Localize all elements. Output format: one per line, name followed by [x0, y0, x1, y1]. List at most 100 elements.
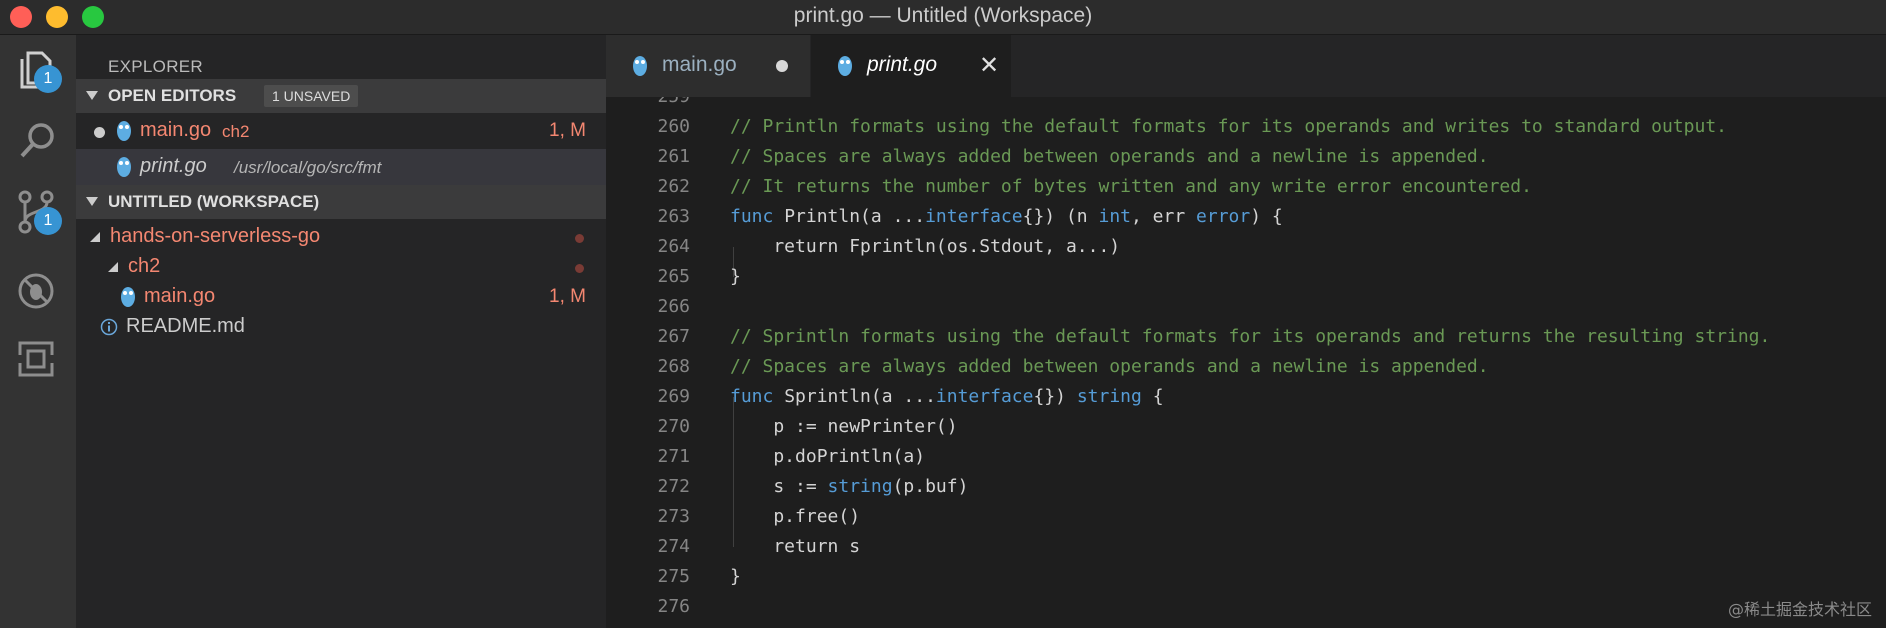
line-number: 263 [657, 206, 690, 227]
code-line: 260 // Println formats using the default … [606, 113, 1886, 143]
code-line: 275} [606, 563, 1886, 593]
go-file-icon [838, 56, 852, 76]
open-editor-name: print.go [140, 155, 207, 177]
code-text: p.free() [730, 506, 861, 527]
line-number: 265 [657, 266, 690, 287]
activity-debug[interactable] [0, 257, 76, 327]
code-line: 269 func Sprintln(a ...interface{}) strin… [606, 383, 1886, 413]
explorer-badge: 1 [34, 65, 62, 93]
explorer-sidebar: EXPLORER OPEN EDITORS 1 UNSAVED main.go … [76, 35, 606, 628]
activity-search[interactable] [0, 105, 76, 175]
unsaved-dot-icon[interactable] [776, 60, 788, 72]
code-line: 267 // Sprintln formats using the default… [606, 323, 1886, 353]
activity-bar: 1 1 [0, 35, 76, 628]
file-status: 1, M [549, 120, 586, 141]
tree-item-label: hands-on-serverless-go [110, 225, 321, 247]
search-icon [20, 123, 54, 158]
line-number: 273 [657, 506, 690, 527]
code-text: return s [730, 536, 861, 557]
code-text: // Println formats using the default for… [730, 116, 1727, 137]
tab-label: print.go [867, 53, 938, 76]
go-file-icon [117, 121, 131, 141]
code-text: func Sprintln(a ...interface{}) string { [730, 386, 1164, 407]
line-number: 271 [657, 446, 690, 467]
open-editors-title: OPEN EDITORS [108, 86, 237, 105]
code-text: p.doPrintln(a) [730, 446, 926, 467]
code-text: return Fprintln(os.Stdout, a...) [730, 236, 1121, 257]
open-editor-desc: ch2 [222, 122, 250, 141]
tree-item-label: README.md [126, 315, 245, 337]
chevron-down-icon [90, 232, 100, 242]
code-line: 268 // Spaces are always added between op… [606, 353, 1886, 383]
line-number: 276 [657, 596, 690, 617]
dirty-indicator-icon [94, 127, 105, 138]
code-line: 270 p := newPrinter() [606, 413, 1886, 443]
line-number: 270 [657, 416, 690, 437]
modified-dot-icon [575, 264, 584, 273]
tab-print-go[interactable]: print.go ✕ [811, 35, 1012, 97]
line-number: 274 [657, 536, 690, 557]
open-editor-item-print-go[interactable]: print.go /usr/local/go/src/fmt [76, 149, 606, 185]
chevron-down-icon [86, 197, 98, 206]
explorer-title: EXPLORER [108, 57, 203, 76]
activity-explorer[interactable]: 1 [0, 35, 76, 105]
workspace-title: UNTITLED (WORKSPACE) [108, 192, 320, 211]
code-line: 266 [606, 293, 1886, 323]
tree-item-label: main.go [144, 285, 216, 307]
line-number: 266 [657, 296, 690, 317]
open-editor-desc: /usr/local/go/src/fmt [234, 158, 382, 177]
code-line: 263 func Println(a ...interface{}) (n int… [606, 203, 1886, 233]
modified-dot-icon [575, 234, 584, 243]
tree-item-label: ch2 [128, 255, 161, 277]
line-number: 261 [657, 146, 690, 167]
line-number: 275 [657, 566, 690, 587]
workspace-header[interactable]: UNTITLED (WORKSPACE) [76, 185, 606, 219]
tree-item-file[interactable]: README.md [76, 309, 606, 345]
code-line: 261 // Spaces are always added between op… [606, 143, 1886, 173]
title-bar: print.go — Untitled (Workspace) [0, 0, 1886, 35]
code-line: 264 return Fprintln(os.Stdout, a...) [606, 233, 1886, 263]
open-editor-name: main.go [140, 119, 212, 141]
code-editor[interactable]: 259 260 // Println formats using the defau… [606, 97, 1886, 628]
line-number: 267 [657, 326, 690, 347]
chevron-down-icon [108, 262, 118, 272]
go-file-icon [117, 157, 131, 177]
info-icon [100, 318, 118, 336]
code-line: 273 p.free() [606, 503, 1886, 533]
go-file-icon [633, 56, 647, 76]
code-line: 276 [606, 593, 1886, 623]
activity-source-control[interactable]: 1 [0, 175, 76, 245]
open-editor-item-main-go[interactable]: main.go ch2 1, M [76, 113, 606, 149]
code-text: // Spaces are always added between opera… [730, 356, 1489, 377]
code-line: 271 p.doPrintln(a) [606, 443, 1886, 473]
chevron-down-icon [86, 91, 98, 100]
close-icon[interactable]: ✕ [979, 51, 999, 80]
open-editors-header[interactable]: OPEN EDITORS 1 UNSAVED [76, 79, 606, 113]
code-text: // It returns the number of bytes writte… [730, 176, 1532, 197]
activity-extensions[interactable] [0, 325, 76, 395]
line-number: 259 [606, 97, 690, 107]
line-number: 269 [657, 386, 690, 407]
line-number: 264 [657, 236, 690, 257]
debug-icon [18, 273, 54, 309]
extensions-icon [17, 341, 55, 377]
code-line: 265} [606, 263, 1886, 293]
go-file-icon [121, 287, 135, 307]
code-text: s := string(p.buf) [730, 476, 969, 497]
editor-tab-bar: main.go print.go ✕ [606, 35, 1886, 97]
code-text: // Spaces are always added between opera… [730, 146, 1489, 167]
line-number: 260 [657, 116, 690, 137]
code-text: func Println(a ...interface{}) (n int, e… [730, 206, 1283, 227]
watermark: @稀土掘金技术社区 [1727, 600, 1872, 619]
code-text: // Sprintln formats using the default fo… [730, 326, 1771, 347]
code-text: } [730, 566, 741, 587]
line-number: 272 [657, 476, 690, 497]
unsaved-badge: 1 UNSAVED [264, 85, 359, 107]
line-number: 268 [657, 356, 690, 377]
tab-main-go[interactable]: main.go [606, 35, 811, 97]
window-title: print.go — Untitled (Workspace) [793, 4, 1093, 27]
line-number: 262 [657, 176, 690, 197]
tab-label: main.go [662, 53, 737, 76]
code-line: 259 [606, 97, 1886, 113]
file-status: 1, M [549, 286, 586, 307]
